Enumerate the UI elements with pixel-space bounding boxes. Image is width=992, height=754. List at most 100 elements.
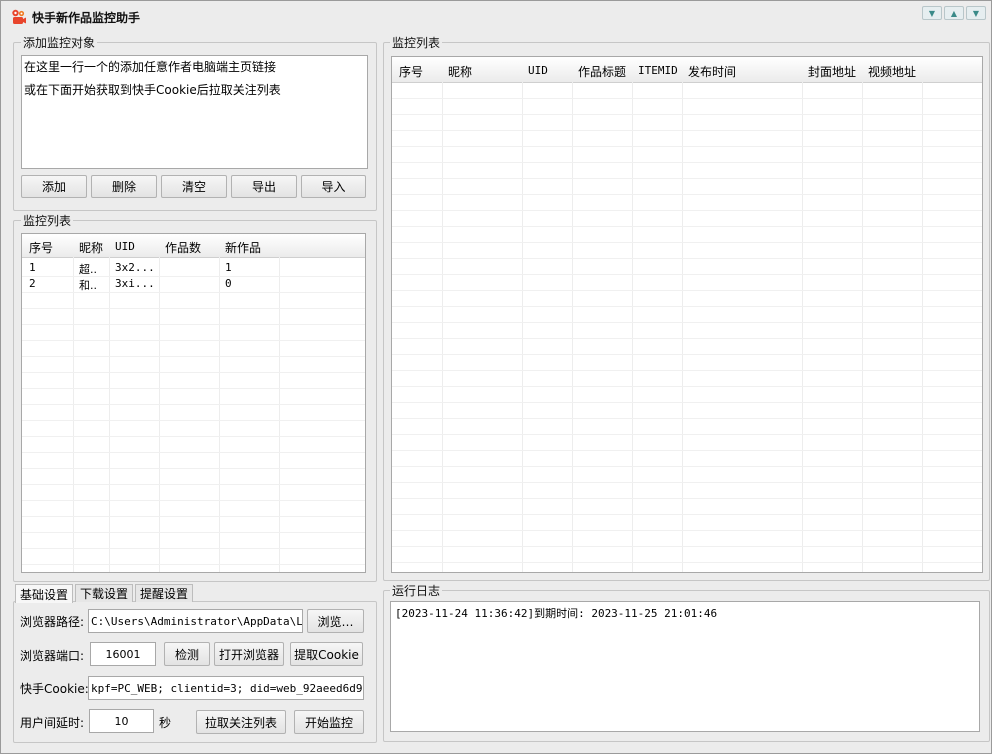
works-list-table[interactable]: 序号 昵称 UID 作品标题 ITEMID 发布时间 封面地址 视频地址 xyxy=(391,56,983,573)
grid-line xyxy=(392,98,982,99)
browser-port-input[interactable]: 16001 xyxy=(90,642,156,666)
monitor-list-table[interactable]: 序号 昵称 UID 作品数 新作品 1 超.. 3x2... 1 2 和.. 3… xyxy=(21,233,366,573)
browser-path-input[interactable]: C:\Users\Administrator\AppData\Loca xyxy=(88,609,303,633)
add-button[interactable]: 添加 xyxy=(21,175,87,198)
add-target-group-label: 添加监控对象 xyxy=(21,34,98,51)
grid-line xyxy=(22,468,365,469)
kuaishou-logo-icon xyxy=(12,9,26,24)
grid-line xyxy=(22,404,365,405)
title-bar: 快手新作品监控助手 ▼ ▲ ▼ xyxy=(1,1,991,31)
maximize-button[interactable]: ▲ xyxy=(944,6,964,20)
grid-line xyxy=(22,356,365,357)
clear-button[interactable]: 清空 xyxy=(161,175,227,198)
check-button[interactable]: 检测 xyxy=(164,642,210,666)
grid-line xyxy=(392,546,982,547)
tab-reminder-settings[interactable]: 提醒设置 xyxy=(135,584,193,602)
grid-line xyxy=(109,257,110,572)
open-browser-button[interactable]: 打开浏览器 xyxy=(214,642,284,666)
log-line: [2023-11-24 11:36:42]到期时间: 2023-11-25 21… xyxy=(395,607,718,620)
grid-line xyxy=(22,548,365,549)
grid-line xyxy=(392,370,982,371)
column-header: UID xyxy=(528,64,548,77)
row-new-works: 1 xyxy=(225,261,232,274)
export-button[interactable]: 导出 xyxy=(231,175,297,198)
row-index: 1 xyxy=(29,261,36,274)
grid-line xyxy=(392,418,982,419)
row-uid: 3xi... xyxy=(115,277,155,290)
cookie-label: 快手Cookie: xyxy=(20,682,89,696)
works-list-label: 监控列表 xyxy=(390,34,443,51)
grid-line xyxy=(392,194,982,195)
column-header: 封面地址 xyxy=(808,65,857,79)
grid-line xyxy=(219,257,220,572)
grid-line xyxy=(392,178,982,179)
textarea-line: 或在下面开始获取到快手Cookie后拉取关注列表 xyxy=(24,83,281,97)
grid-line xyxy=(392,226,982,227)
import-button[interactable]: 导入 xyxy=(301,175,366,198)
grid-line xyxy=(392,210,982,211)
monitor-list-label: 监控列表 xyxy=(21,212,74,229)
grid-line xyxy=(392,306,982,307)
column-header: 作品数 xyxy=(165,241,202,255)
tab-basic-settings[interactable]: 基础设置 xyxy=(15,584,73,603)
minimize-button[interactable]: ▼ xyxy=(922,6,942,20)
grid-line xyxy=(392,530,982,531)
grid-line xyxy=(22,324,365,325)
column-header: 新作品 xyxy=(225,241,262,255)
grid-line xyxy=(22,372,365,373)
grid-line xyxy=(279,257,280,572)
grid-line xyxy=(22,420,365,421)
delay-label: 用户间延时: xyxy=(20,716,85,730)
menu-dropdown-button[interactable]: ▼ xyxy=(966,6,986,20)
grid-line xyxy=(392,466,982,467)
column-header: 序号 xyxy=(399,65,424,79)
cookie-input[interactable]: kpf=PC_WEB; clientid=3; did=web_92aeed6d… xyxy=(88,676,364,700)
grid-line xyxy=(22,484,365,485)
log-label: 运行日志 xyxy=(390,582,443,599)
grid-line xyxy=(392,482,982,483)
table-header: 序号 昵称 UID 作品标题 ITEMID 发布时间 封面地址 视频地址 xyxy=(392,57,982,83)
column-header: UID xyxy=(115,240,135,253)
grid-line xyxy=(392,354,982,355)
window-title: 快手新作品监控助手 xyxy=(32,11,141,25)
row-uid: 3x2... xyxy=(115,261,155,274)
grid-line xyxy=(22,340,365,341)
grid-line xyxy=(392,130,982,131)
get-cookie-button[interactable]: 提取Cookie xyxy=(290,642,363,666)
table-header: 序号 昵称 UID 作品数 新作品 xyxy=(22,234,365,258)
table-row[interactable]: 1 超.. 3x2... 1 xyxy=(22,260,365,276)
browse-button[interactable]: 浏览… xyxy=(307,609,364,633)
delay-input[interactable]: 10 xyxy=(89,709,154,733)
browser-path-label: 浏览器路径: xyxy=(20,615,85,629)
grid-line xyxy=(392,562,982,563)
column-header: 昵称 xyxy=(79,241,104,255)
grid-line xyxy=(22,564,365,565)
grid-line xyxy=(159,257,160,572)
pull-follow-list-button[interactable]: 拉取关注列表 xyxy=(196,710,286,734)
grid-line xyxy=(22,516,365,517)
link-input-textarea[interactable]: 在这里一行一个的添加任意作者电脑端主页链接 或在下面开始获取到快手Cookie后拉… xyxy=(21,55,368,169)
grid-line xyxy=(392,338,982,339)
grid-line xyxy=(392,114,982,115)
grid-line xyxy=(392,146,982,147)
log-output[interactable]: [2023-11-24 11:36:42]到期时间: 2023-11-25 21… xyxy=(390,601,980,732)
grid-line xyxy=(392,450,982,451)
grid-line xyxy=(392,258,982,259)
grid-line xyxy=(392,498,982,499)
grid-line xyxy=(392,242,982,243)
grid-line xyxy=(22,388,365,389)
tab-download-settings[interactable]: 下载设置 xyxy=(75,584,133,602)
row-nickname: 超.. xyxy=(79,263,97,276)
browser-port-label: 浏览器端口: xyxy=(20,649,85,663)
delete-button[interactable]: 删除 xyxy=(91,175,157,198)
delay-unit-label: 秒 xyxy=(159,716,172,730)
table-row[interactable]: 2 和.. 3xi... 0 xyxy=(22,276,365,292)
textarea-line: 在这里一行一个的添加任意作者电脑端主页链接 xyxy=(24,60,277,74)
start-monitor-button[interactable]: 开始监控 xyxy=(294,710,364,734)
grid-line xyxy=(392,514,982,515)
column-header: ITEMID xyxy=(638,64,678,77)
column-header: 昵称 xyxy=(448,65,473,79)
grid-line xyxy=(392,386,982,387)
grid-line xyxy=(392,402,982,403)
column-header: 视频地址 xyxy=(868,65,917,79)
